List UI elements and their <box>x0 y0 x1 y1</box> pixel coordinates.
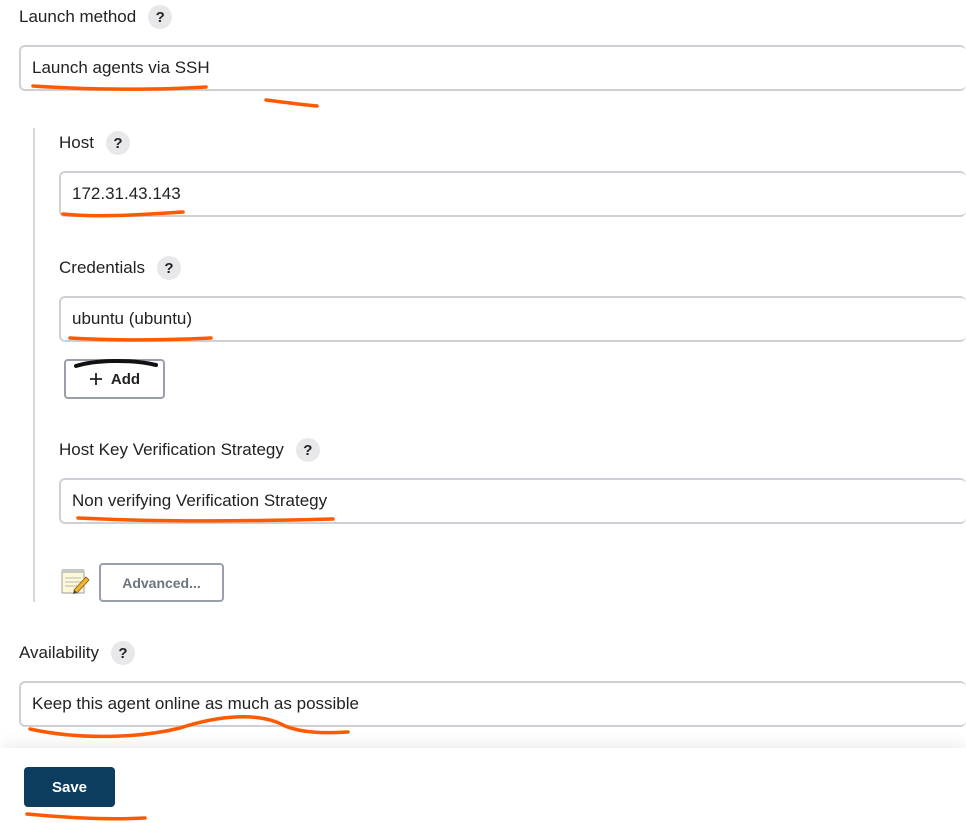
bottom-action-bar <box>0 748 966 823</box>
host-key-strategy-label-text: Host Key Verification Strategy <box>59 440 284 459</box>
save-button[interactable]: Save <box>24 767 115 807</box>
credentials-label-text: Credentials <box>59 258 145 277</box>
help-icon[interactable]: ? <box>157 256 181 280</box>
host-input[interactable]: 172.31.43.143 <box>59 171 966 217</box>
credentials-select[interactable]: ubuntu (ubuntu) <box>59 296 966 342</box>
help-icon[interactable]: ? <box>295 438 320 462</box>
launch-method-value: Launch agents via SSH <box>32 58 210 77</box>
availability-label-text: Availability <box>19 643 100 662</box>
availability-value: Keep this agent online as much as possib… <box>32 694 359 713</box>
host-key-strategy-label: Host Key Verification Strategy ? <box>59 438 320 462</box>
credentials-label: Credentials ? <box>59 256 181 280</box>
host-key-strategy-select[interactable]: Non verifying Verification Strategy <box>59 478 966 524</box>
annotation-underline <box>264 98 319 108</box>
save-button-label: Save <box>51 778 88 796</box>
host-key-strategy-value: Non verifying Verification Strategy <box>72 491 328 510</box>
help-icon[interactable]: ? <box>148 5 173 29</box>
help-icon[interactable]: ? <box>111 641 136 665</box>
help-icon[interactable]: ? <box>105 131 130 155</box>
add-button-label: Add <box>110 370 141 388</box>
host-label: Host ? <box>59 131 130 155</box>
availability-select[interactable]: Keep this agent online as much as possib… <box>19 681 966 727</box>
availability-label: Availability ? <box>19 641 136 665</box>
advanced-button-label: Advanced... <box>122 574 201 591</box>
host-label-text: Host <box>59 133 94 152</box>
advanced-button[interactable]: Advanced... <box>99 563 224 602</box>
notepad-icon <box>61 569 90 594</box>
host-value: 172.31.43.143 <box>72 184 181 203</box>
launch-method-label-text: Launch method <box>19 7 137 26</box>
add-credentials-button[interactable]: Add <box>64 359 165 399</box>
launch-method-label: Launch method ? <box>19 5 173 29</box>
launch-method-select[interactable]: Launch agents via SSH <box>19 45 966 91</box>
nested-section-divider <box>33 128 35 602</box>
credentials-value: ubuntu (ubuntu) <box>72 309 193 328</box>
plus-icon <box>89 373 102 385</box>
